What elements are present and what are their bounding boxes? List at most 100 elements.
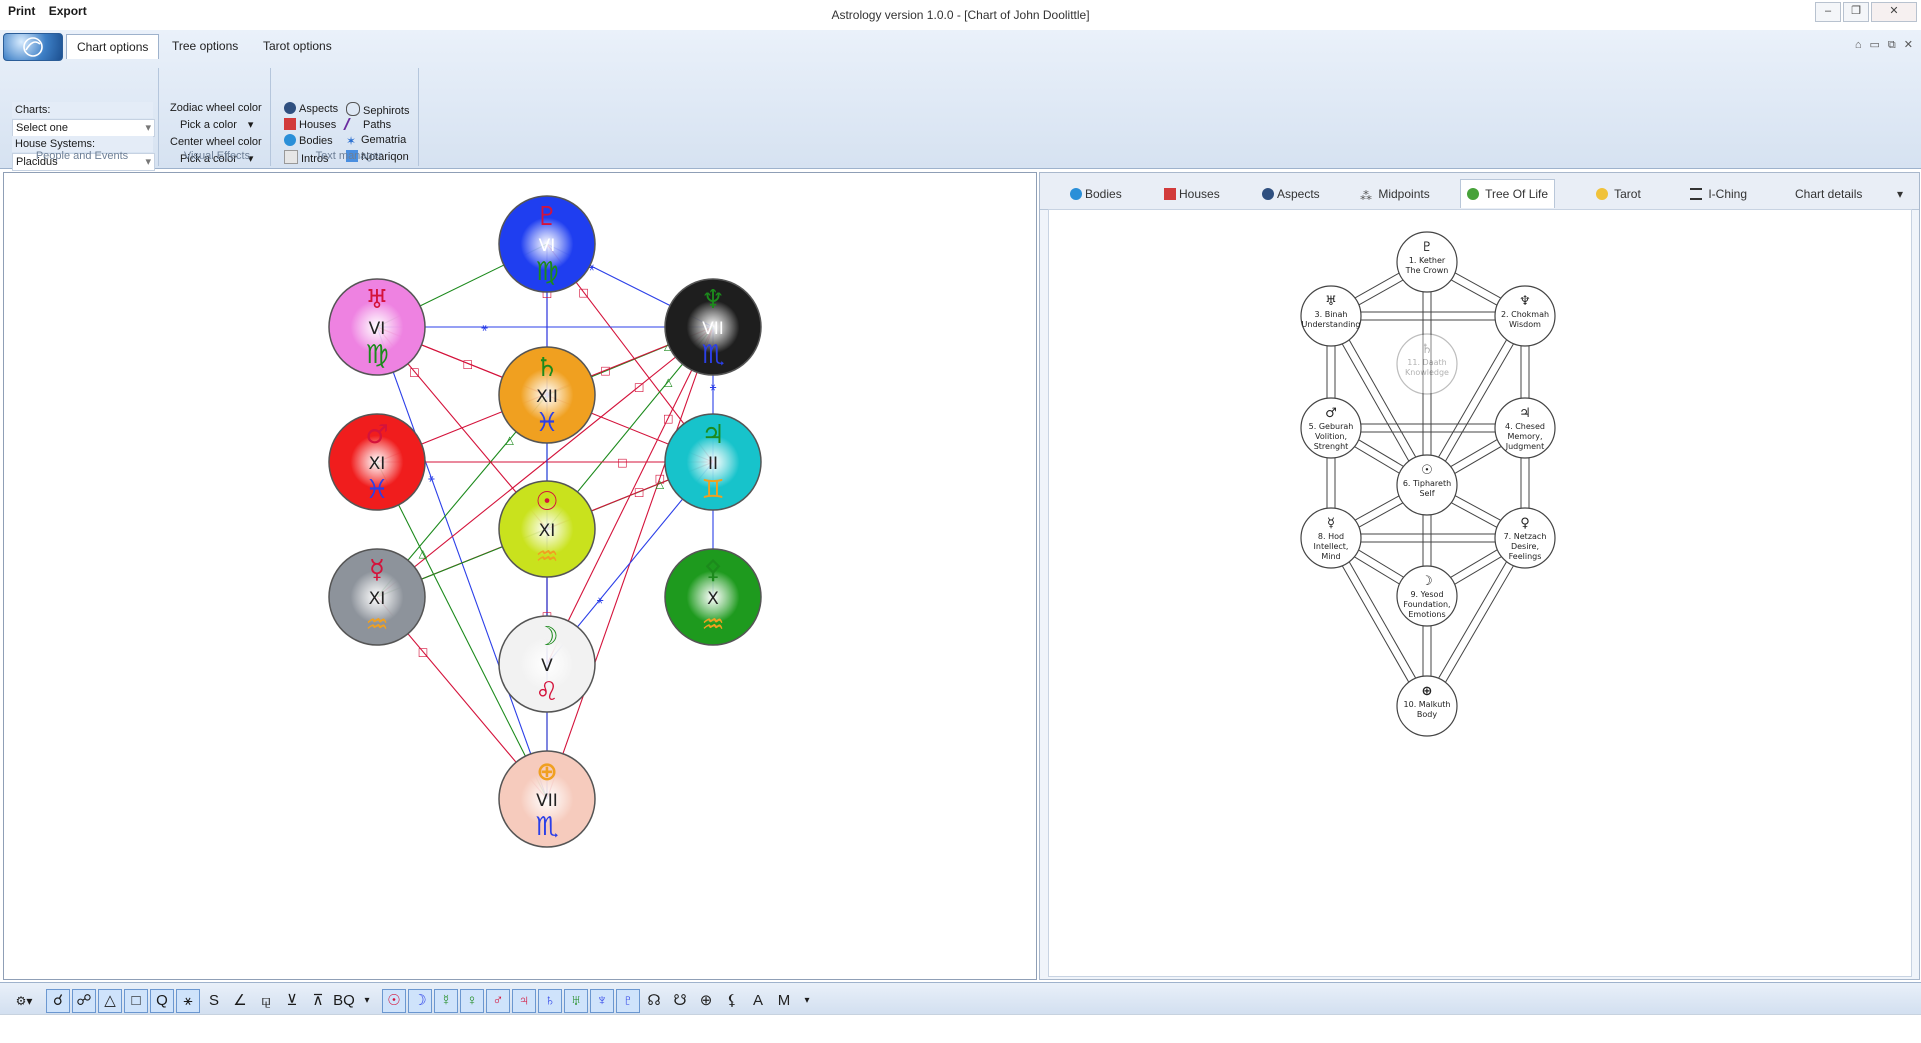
- planet-node[interactable]: ⊕ VII♏: [498, 750, 596, 848]
- aspect-tool-button[interactable]: Q: [150, 989, 174, 1013]
- body-tool-button[interactable]: ♆: [590, 989, 614, 1013]
- tab-bodies[interactable]: Bodies: [1070, 183, 1122, 205]
- tab-chart-options[interactable]: Chart options: [66, 34, 160, 59]
- aspect-tool-button[interactable]: BQ: [332, 989, 356, 1013]
- planet-node[interactable]: ☉ XI♒: [498, 480, 596, 578]
- aspect-tool-button[interactable]: □: [124, 989, 148, 1013]
- aspects-text-button[interactable]: Aspects: [284, 102, 338, 115]
- tab-chart-details[interactable]: Chart details: [1795, 183, 1862, 205]
- help-icon[interactable]: ⌂: [1855, 39, 1862, 51]
- bodies-text-button[interactable]: Bodies: [284, 134, 333, 147]
- aspect-tool-button[interactable]: ⚹: [176, 989, 200, 1013]
- sephira-node[interactable]: ♀7. NetzachDesire,Feelings: [1494, 507, 1556, 569]
- charts-select[interactable]: Select one: [12, 119, 155, 137]
- tab-i-ching[interactable]: I-Ching: [1690, 183, 1747, 205]
- planet-node[interactable]: ☿ XI♒: [328, 548, 426, 646]
- chart-canvas: △⚹□□⚹⚹□□⚹□△□□□□⚹△△△△△□□□△□⚹□⚹ ♇VI♍♅VI♍♆V…: [3, 172, 1037, 980]
- aspect-tool-button[interactable]: S: [202, 989, 226, 1013]
- sephira-node[interactable]: ⊕10. MalkuthBody: [1396, 675, 1458, 737]
- tree-of-life-diagram: ♇1. KetherThe Crown ♅3. BinahUnderstandin…: [1300, 231, 1556, 737]
- tab-overflow-chevron-icon[interactable]: ▾: [1897, 183, 1903, 205]
- body-tool-button[interactable]: ♃: [512, 989, 536, 1013]
- close-icon[interactable]: ✕: [1904, 39, 1913, 51]
- circle-icon: [346, 102, 360, 116]
- maximize-button[interactable]: ❐: [1843, 2, 1869, 22]
- planet-node[interactable]: ♃ II♊: [664, 413, 762, 511]
- aspect-glyph: □: [463, 357, 473, 370]
- body-tool-button[interactable]: ♀: [460, 989, 484, 1013]
- tab-aspects[interactable]: Aspects: [1262, 183, 1320, 205]
- body-tool-button[interactable]: A: [746, 989, 770, 1013]
- sephirots-text-button[interactable]: Sephirots: [346, 102, 409, 117]
- app-menu-button[interactable]: [3, 33, 63, 61]
- body-tool-button[interactable]: ⊕: [694, 989, 718, 1013]
- body-tool-button[interactable]: ⚸: [720, 989, 744, 1013]
- houses-text-button[interactable]: Houses: [284, 118, 336, 131]
- planet-symbol: ♂: [365, 420, 388, 450]
- sephira-node[interactable]: ☿8. HodIntellect,Mind: [1300, 507, 1362, 569]
- tab-tarot-options[interactable]: Tarot options: [253, 34, 342, 58]
- sephira-node[interactable]: ♅3. BinahUnderstanding: [1300, 285, 1362, 347]
- aspect-tool-button[interactable]: ☌: [46, 989, 70, 1013]
- tab-midpoints[interactable]: ⁂ Midpoints: [1360, 183, 1430, 205]
- tile-icon[interactable]: ⧉: [1888, 39, 1896, 51]
- sephira-node[interactable]: ♄11. DaathKnowledge: [1396, 333, 1458, 395]
- aspect-glyph: □: [578, 286, 588, 299]
- gematria-text-button[interactable]: ✶ Gematria: [346, 134, 406, 147]
- body-tool-button[interactable]: M: [772, 989, 796, 1013]
- body-tool-button[interactable]: ♇: [616, 989, 640, 1013]
- planet-symbol: ⚴: [703, 555, 722, 585]
- body-tool-button[interactable]: ☊: [642, 989, 666, 1013]
- body-tool-button[interactable]: ☋: [668, 989, 692, 1013]
- sephira-label: Strenght: [1314, 442, 1349, 451]
- sephira-symbol: ☽: [1421, 574, 1433, 589]
- zodiac-color-picker[interactable]: Pick a color ▾: [180, 118, 253, 131]
- sephira-node[interactable]: ♇1. KetherThe Crown: [1396, 231, 1458, 293]
- aspect-tool-button[interactable]: ⚼: [254, 989, 278, 1013]
- sephira-symbol: ♃: [1519, 406, 1531, 421]
- tab-tree-of-life[interactable]: Tree Of Life: [1460, 179, 1556, 208]
- aspect-tool-button[interactable]: ∠: [228, 989, 252, 1013]
- overflow-chevron-icon[interactable]: ▾: [802, 989, 812, 1013]
- planet-node[interactable]: ♇ VI♍: [498, 195, 596, 293]
- planet-node[interactable]: ♅ VI♍: [328, 278, 426, 376]
- body-tool-button[interactable]: ☉: [382, 989, 406, 1013]
- aspect-tool-button[interactable]: ⊼: [306, 989, 330, 1013]
- sephira-node[interactable]: ☽9. YesodFoundation,Emotions: [1396, 565, 1458, 627]
- minimize-button[interactable]: –: [1815, 2, 1841, 22]
- tab-tree-options[interactable]: Tree options: [162, 34, 248, 58]
- planet-node[interactable]: ⚴ X♒: [664, 548, 762, 646]
- sephira-symbol: ♄: [1421, 342, 1433, 357]
- group-label: Text manager: [315, 150, 383, 162]
- planet-node[interactable]: ♆ VII♏: [664, 278, 762, 376]
- sephira-node[interactable]: ♆2. ChokmahWisdom: [1494, 285, 1556, 347]
- planet-node[interactable]: ☽ V♌: [498, 615, 596, 713]
- aspect-tool-button[interactable]: ☍: [72, 989, 96, 1013]
- sephira-node[interactable]: ♃4. ChesedMemory,Judgment: [1494, 397, 1556, 459]
- paths-text-button[interactable]: Paths: [343, 118, 391, 131]
- sephira-node[interactable]: ♂5. GeburahVolition,Strenght: [1300, 397, 1362, 459]
- body-tool-button[interactable]: ☿: [434, 989, 458, 1013]
- tab-houses[interactable]: Houses: [1164, 183, 1220, 205]
- planet-node[interactable]: ♄ XII♓: [498, 346, 596, 444]
- aspect-glyph: △: [656, 477, 665, 490]
- body-tool-button[interactable]: ♄: [538, 989, 562, 1013]
- tab-tarot[interactable]: Tarot: [1596, 183, 1641, 205]
- overflow-chevron-icon[interactable]: ▾: [362, 989, 372, 1013]
- close-button[interactable]: ✕: [1871, 2, 1917, 22]
- planet-node[interactable]: ♂ XI♓: [328, 413, 426, 511]
- body-tool-button[interactable]: ☽: [408, 989, 432, 1013]
- body-tool-button[interactable]: ♅: [564, 989, 588, 1013]
- aspect-tool-button[interactable]: △: [98, 989, 122, 1013]
- hexagram-icon: [1690, 188, 1702, 200]
- midpoints-icon: ⁂: [1360, 189, 1372, 203]
- sephira-node[interactable]: ☉6. TipharethSelf: [1396, 454, 1458, 516]
- restore-icon[interactable]: ▭: [1870, 39, 1880, 51]
- sephira-symbol: ☉: [1421, 463, 1433, 478]
- body-tool-button[interactable]: ♂: [486, 989, 510, 1013]
- filter-dropdown[interactable]: ⚙▾: [8, 989, 40, 1013]
- sephira-label: Wisdom: [1509, 320, 1541, 329]
- sephira-label: 11. Daath: [1407, 358, 1446, 367]
- aspect-glyph: ⚹: [481, 321, 488, 334]
- aspect-tool-button[interactable]: ⊻: [280, 989, 304, 1013]
